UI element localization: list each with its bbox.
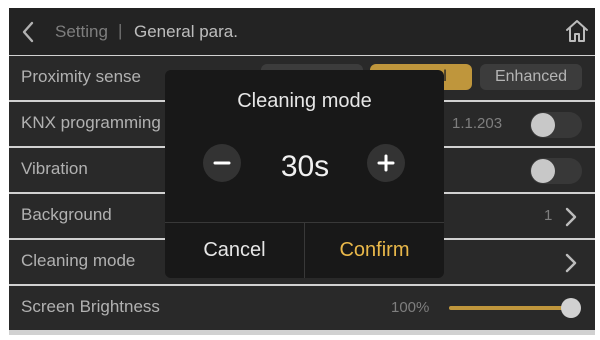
decrease-button[interactable] <box>203 144 241 182</box>
cleaning-mode-dialog: Cleaning mode 30s Cancel Confirm <box>165 70 444 278</box>
cleaning-duration-value: 30s <box>280 150 330 183</box>
settings-screen: Setting | General para. Proximity sense … <box>0 0 600 340</box>
minus-icon <box>213 161 231 165</box>
dialog-title: Cleaning mode <box>237 90 372 112</box>
confirm-button[interactable]: Confirm <box>305 223 444 278</box>
plus-icon <box>377 154 395 172</box>
increase-button[interactable] <box>367 144 405 182</box>
cancel-button[interactable]: Cancel <box>165 223 304 278</box>
